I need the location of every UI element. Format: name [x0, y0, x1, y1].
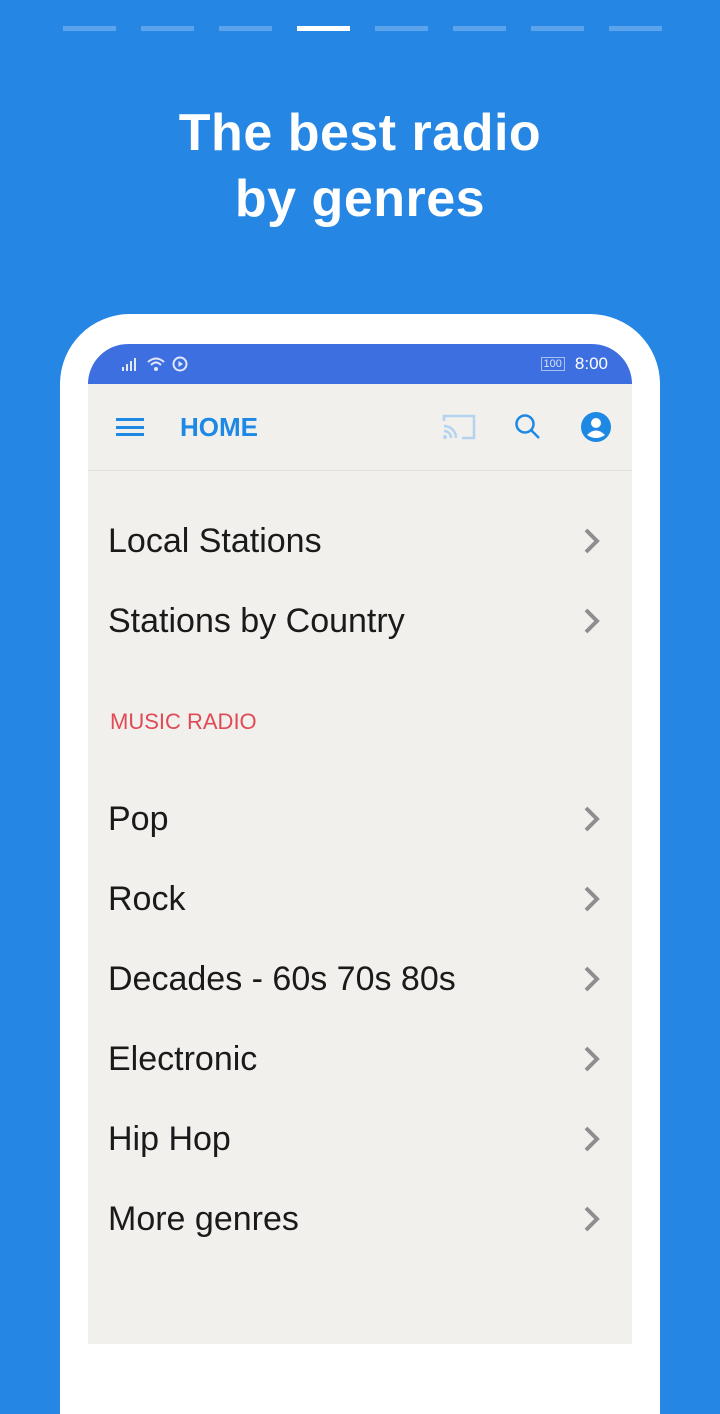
page-dot[interactable]	[63, 26, 116, 31]
clock: 8:00	[574, 354, 608, 373]
chevron-right-icon	[584, 608, 600, 634]
headline-line-1: The best radio	[178, 104, 542, 162]
page-dot[interactable]	[141, 26, 194, 31]
list-item-electronic[interactable]: Electronic	[88, 1019, 632, 1099]
page-indicator	[63, 26, 662, 31]
chevron-right-icon	[584, 1206, 600, 1232]
battery-indicator: 100	[540, 357, 565, 371]
page-dot-active[interactable]	[297, 26, 350, 31]
chevron-right-icon	[584, 966, 600, 992]
status-bar: 100 8:00	[88, 344, 632, 384]
wifi-icon	[147, 357, 165, 371]
phone-screen: 100 8:00 HOME Local Stations Stations by…	[88, 344, 632, 1344]
list-item-label: Electronic	[108, 1039, 258, 1078]
headline-line-2: by genres	[234, 170, 486, 228]
list-item-label: Hip Hop	[108, 1119, 231, 1158]
chevron-right-icon	[584, 806, 600, 832]
list-item-stations-by-country[interactable]: Stations by Country	[88, 581, 632, 661]
section-header-music-radio: MUSIC RADIO	[110, 709, 257, 734]
list-item-local-stations[interactable]: Local Stations	[88, 501, 632, 581]
page-dot[interactable]	[609, 26, 662, 31]
search-icon[interactable]	[514, 413, 542, 441]
page-dot[interactable]	[375, 26, 428, 31]
chevron-right-icon	[584, 528, 600, 554]
menu-icon[interactable]	[116, 418, 144, 436]
list-item-hip-hop[interactable]: Hip Hop	[88, 1099, 632, 1179]
list-item-decades[interactable]: Decades - 60s 70s 80s	[88, 939, 632, 1019]
page-dot[interactable]	[531, 26, 584, 31]
account-icon[interactable]	[580, 411, 612, 443]
list-item-label: Pop	[108, 799, 169, 838]
play-circle-icon	[172, 356, 188, 372]
menu-list: Local Stations Stations by Country MUSIC…	[88, 471, 632, 1259]
list-item-label: Stations by Country	[108, 601, 405, 640]
headline: The best radio by genres	[0, 100, 720, 232]
list-item-more-genres[interactable]: More genres	[88, 1179, 632, 1259]
app-toolbar: HOME	[88, 384, 632, 471]
signal-icon	[122, 358, 136, 371]
page-title: HOME	[180, 411, 258, 442]
list-item-label: Rock	[108, 879, 186, 918]
list-item-pop[interactable]: Pop	[88, 779, 632, 859]
chevron-right-icon	[584, 1046, 600, 1072]
page-dot[interactable]	[219, 26, 272, 31]
list-item-rock[interactable]: Rock	[88, 859, 632, 939]
cast-icon[interactable]	[442, 413, 476, 441]
list-item-label: More genres	[108, 1199, 299, 1238]
chevron-right-icon	[584, 1126, 600, 1152]
page-dot[interactable]	[453, 26, 506, 31]
chevron-right-icon	[584, 886, 600, 912]
list-item-label: Decades - 60s 70s 80s	[108, 959, 456, 998]
list-item-label: Local Stations	[108, 521, 322, 560]
